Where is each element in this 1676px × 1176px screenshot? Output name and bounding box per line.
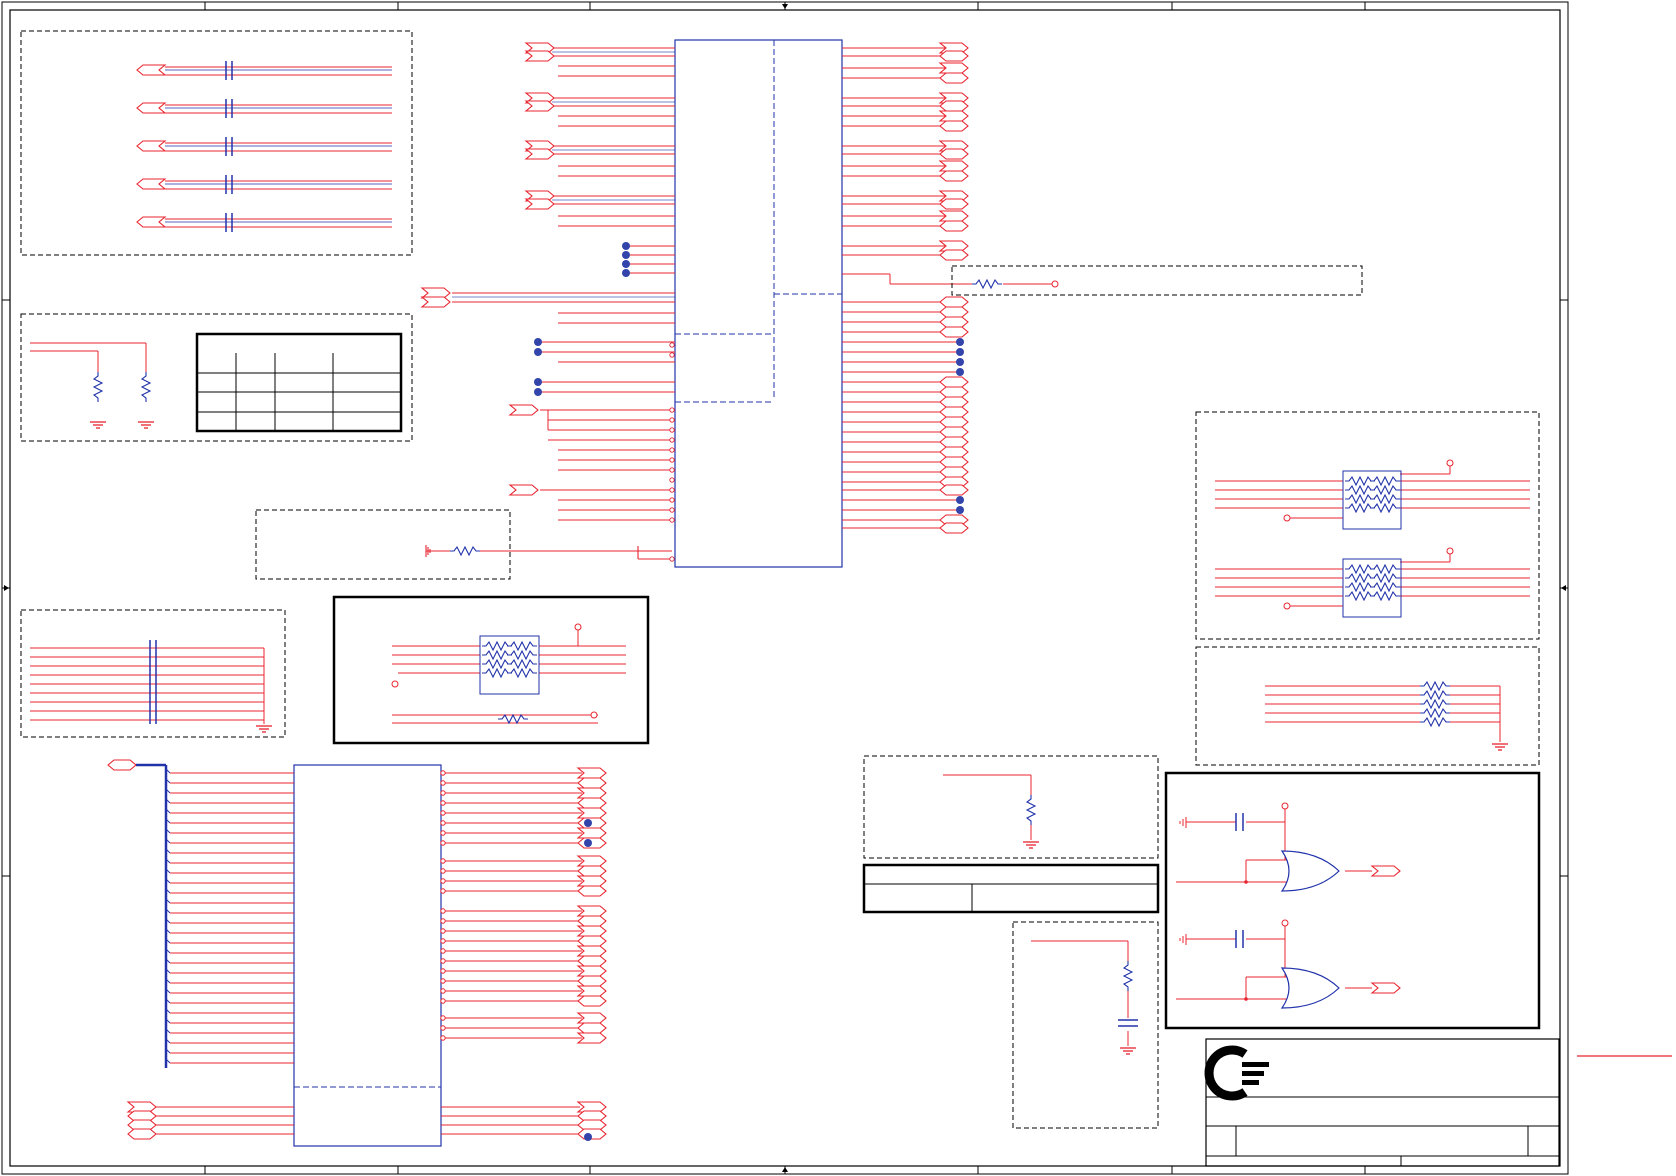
pin-bubble [440, 1015, 446, 1021]
off-page-connector [577, 787, 607, 799]
off-page-connector [577, 797, 607, 809]
off-page-connector [577, 1012, 607, 1024]
pin-bubble [440, 1035, 446, 1041]
company-logo-icon [1204, 1045, 1269, 1101]
off-page-connector [577, 935, 607, 947]
pin-bubble [440, 918, 446, 924]
pin-bubble [440, 780, 446, 786]
or-gate-block [1164, 771, 1541, 1030]
pin-bubble [440, 888, 446, 894]
off-page-connector [577, 905, 607, 917]
pin-bubble [440, 1025, 446, 1031]
pin-bubble [440, 770, 446, 776]
off-page-connector [577, 995, 607, 1007]
pin-bubble [440, 810, 446, 816]
off-page-connector [577, 875, 607, 887]
pin-bubble [440, 978, 446, 984]
off-page-connector [577, 767, 607, 779]
pin-bubble [440, 908, 446, 914]
off-page-connector [577, 915, 607, 927]
series-resistor-strip [951, 265, 1363, 296]
main-ic-bottom [107, 759, 607, 1147]
pin-bubble [440, 928, 446, 934]
title-block [1204, 1038, 1560, 1167]
off-page-connector [577, 855, 607, 867]
off-page-connector [577, 885, 607, 897]
off-page-connector [577, 925, 607, 937]
pullup-network-block [1195, 411, 1540, 640]
off-page-connector [577, 965, 607, 977]
off-page-connector [577, 827, 607, 839]
option-table [862, 863, 1160, 914]
off-page-connector [577, 945, 607, 957]
pin-bubble [440, 948, 446, 954]
pin-bubble [440, 958, 446, 964]
off-page-connector [577, 807, 607, 819]
off-page-connector [577, 985, 607, 997]
off-page-connector [577, 975, 607, 987]
off-page-connector [577, 1032, 607, 1044]
main-ic-top [421, 39, 1052, 568]
rc-reset-block [1012, 921, 1159, 1129]
pin-bubble [440, 790, 446, 796]
schematic-sheet [1, 1, 1672, 1175]
pulldown-single-block [863, 755, 1159, 859]
pin-bubble [440, 840, 446, 846]
off-page-connector [577, 1022, 607, 1034]
drawing-frame [1, 1, 1569, 1175]
pin-bubble [440, 858, 446, 864]
off-page-connector [577, 865, 607, 877]
resistor-network-block [332, 595, 650, 745]
pin-bubble [440, 988, 446, 994]
pin-bubble [440, 800, 446, 806]
pin-bubble [440, 998, 446, 1004]
pin-bubble [440, 868, 446, 874]
off-page-connector [577, 777, 607, 789]
decoupling-capacitor-block [20, 609, 286, 738]
pin-bubble [440, 968, 446, 974]
pulldown-resistor-block [1195, 646, 1540, 766]
pin-bubble [440, 830, 446, 836]
pin-bubble [440, 878, 446, 884]
coupling-capacitor-block [20, 30, 413, 256]
config-resistor-block [20, 313, 413, 442]
off-page-connector [577, 955, 607, 967]
pin-bubble [440, 938, 446, 944]
pin-bubble [440, 820, 446, 826]
